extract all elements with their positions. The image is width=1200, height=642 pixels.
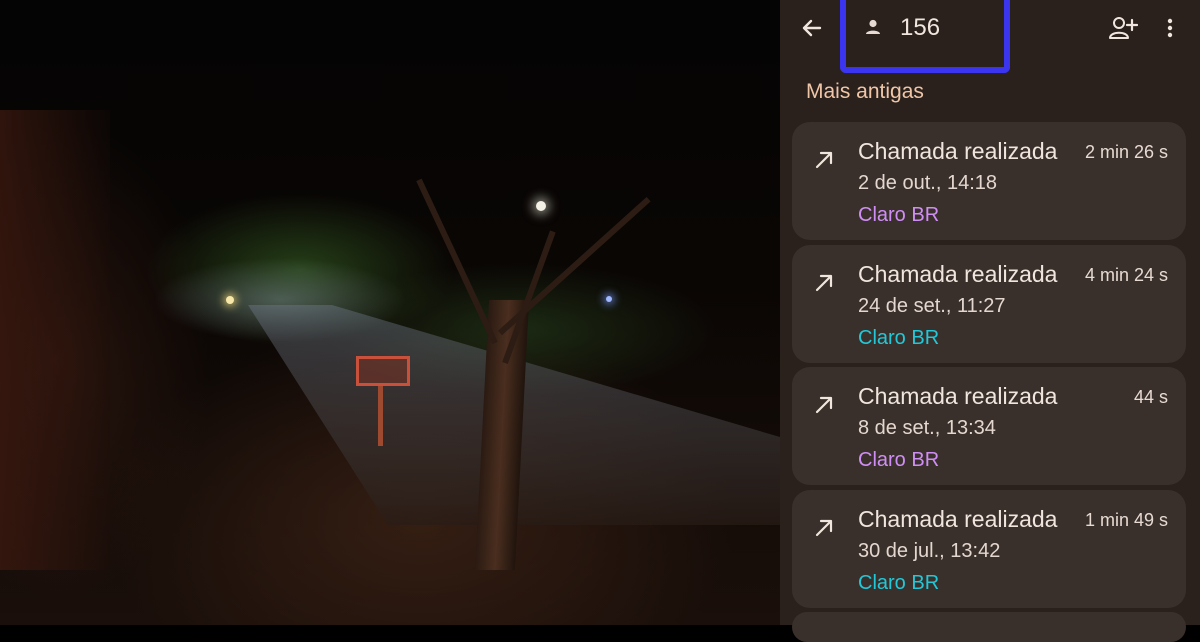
call-duration: 2 min 26 s bbox=[1084, 142, 1168, 162]
call-type-label: Chamada realizada bbox=[858, 383, 1058, 409]
photo-wall bbox=[0, 110, 110, 570]
call-log-item[interactable]: Chamada realizada 44 s 8 de set., 13:34 … bbox=[792, 367, 1186, 485]
photo-sign bbox=[356, 356, 410, 386]
call-log-item[interactable]: Chamada realizada 4 min 24 s 24 de set.,… bbox=[792, 245, 1186, 363]
person-icon bbox=[864, 18, 882, 36]
call-log-item-partial[interactable] bbox=[792, 612, 1186, 642]
call-carrier: Claro BR bbox=[858, 572, 940, 594]
call-date: 30 de jul., 13:42 bbox=[858, 540, 1001, 562]
call-log-item[interactable]: Chamada realizada 1 min 49 s 30 de jul.,… bbox=[792, 490, 1186, 608]
call-carrier: Claro BR bbox=[858, 204, 940, 226]
arrow-up-right-icon bbox=[815, 519, 833, 537]
call-duration: 1 min 49 s bbox=[1084, 510, 1168, 530]
background-photo bbox=[0, 0, 780, 625]
back-button[interactable] bbox=[798, 14, 826, 42]
more-options-button[interactable] bbox=[1162, 14, 1178, 42]
photo-branch bbox=[416, 178, 498, 345]
arrow-up-right-icon bbox=[815, 274, 833, 292]
photo-blue-light bbox=[606, 296, 612, 302]
call-type-label: Chamada realizada bbox=[858, 138, 1058, 164]
person-add-icon bbox=[1109, 17, 1139, 39]
arrow-up-right-icon bbox=[815, 396, 833, 414]
call-duration: 44 s bbox=[1133, 387, 1168, 407]
call-type-label: Chamada realizada bbox=[858, 261, 1058, 287]
call-carrier: Claro BR bbox=[858, 327, 940, 349]
photo-branch bbox=[502, 230, 556, 365]
arrow-up-right-icon bbox=[815, 151, 833, 169]
contact-number: 156 bbox=[900, 14, 941, 41]
call-history-panel: 156 Mais antigas Chamada realizada 2 min… bbox=[780, 0, 1200, 642]
call-date: 24 de set., 11:27 bbox=[858, 295, 1006, 317]
photo-sign-post bbox=[378, 386, 383, 446]
call-log-item[interactable]: Chamada realizada 2 min 26 s 2 de out., … bbox=[792, 122, 1186, 240]
photo-street-light bbox=[226, 296, 234, 304]
call-duration: 4 min 24 s bbox=[1084, 265, 1168, 285]
call-date: 2 de out., 14:18 bbox=[858, 172, 998, 194]
call-carrier: Claro BR bbox=[858, 449, 940, 471]
top-app-bar: 156 bbox=[780, 0, 1200, 73]
photo-moon bbox=[536, 201, 546, 211]
photo-tree bbox=[474, 300, 530, 570]
more-vert-icon bbox=[1167, 18, 1173, 38]
add-contact-button[interactable] bbox=[1108, 14, 1139, 42]
arrow-left-icon bbox=[802, 19, 822, 37]
call-type-label: Chamada realizada bbox=[858, 506, 1058, 532]
call-date: 8 de set., 13:34 bbox=[858, 417, 996, 439]
section-header: Mais antigas bbox=[806, 80, 924, 103]
